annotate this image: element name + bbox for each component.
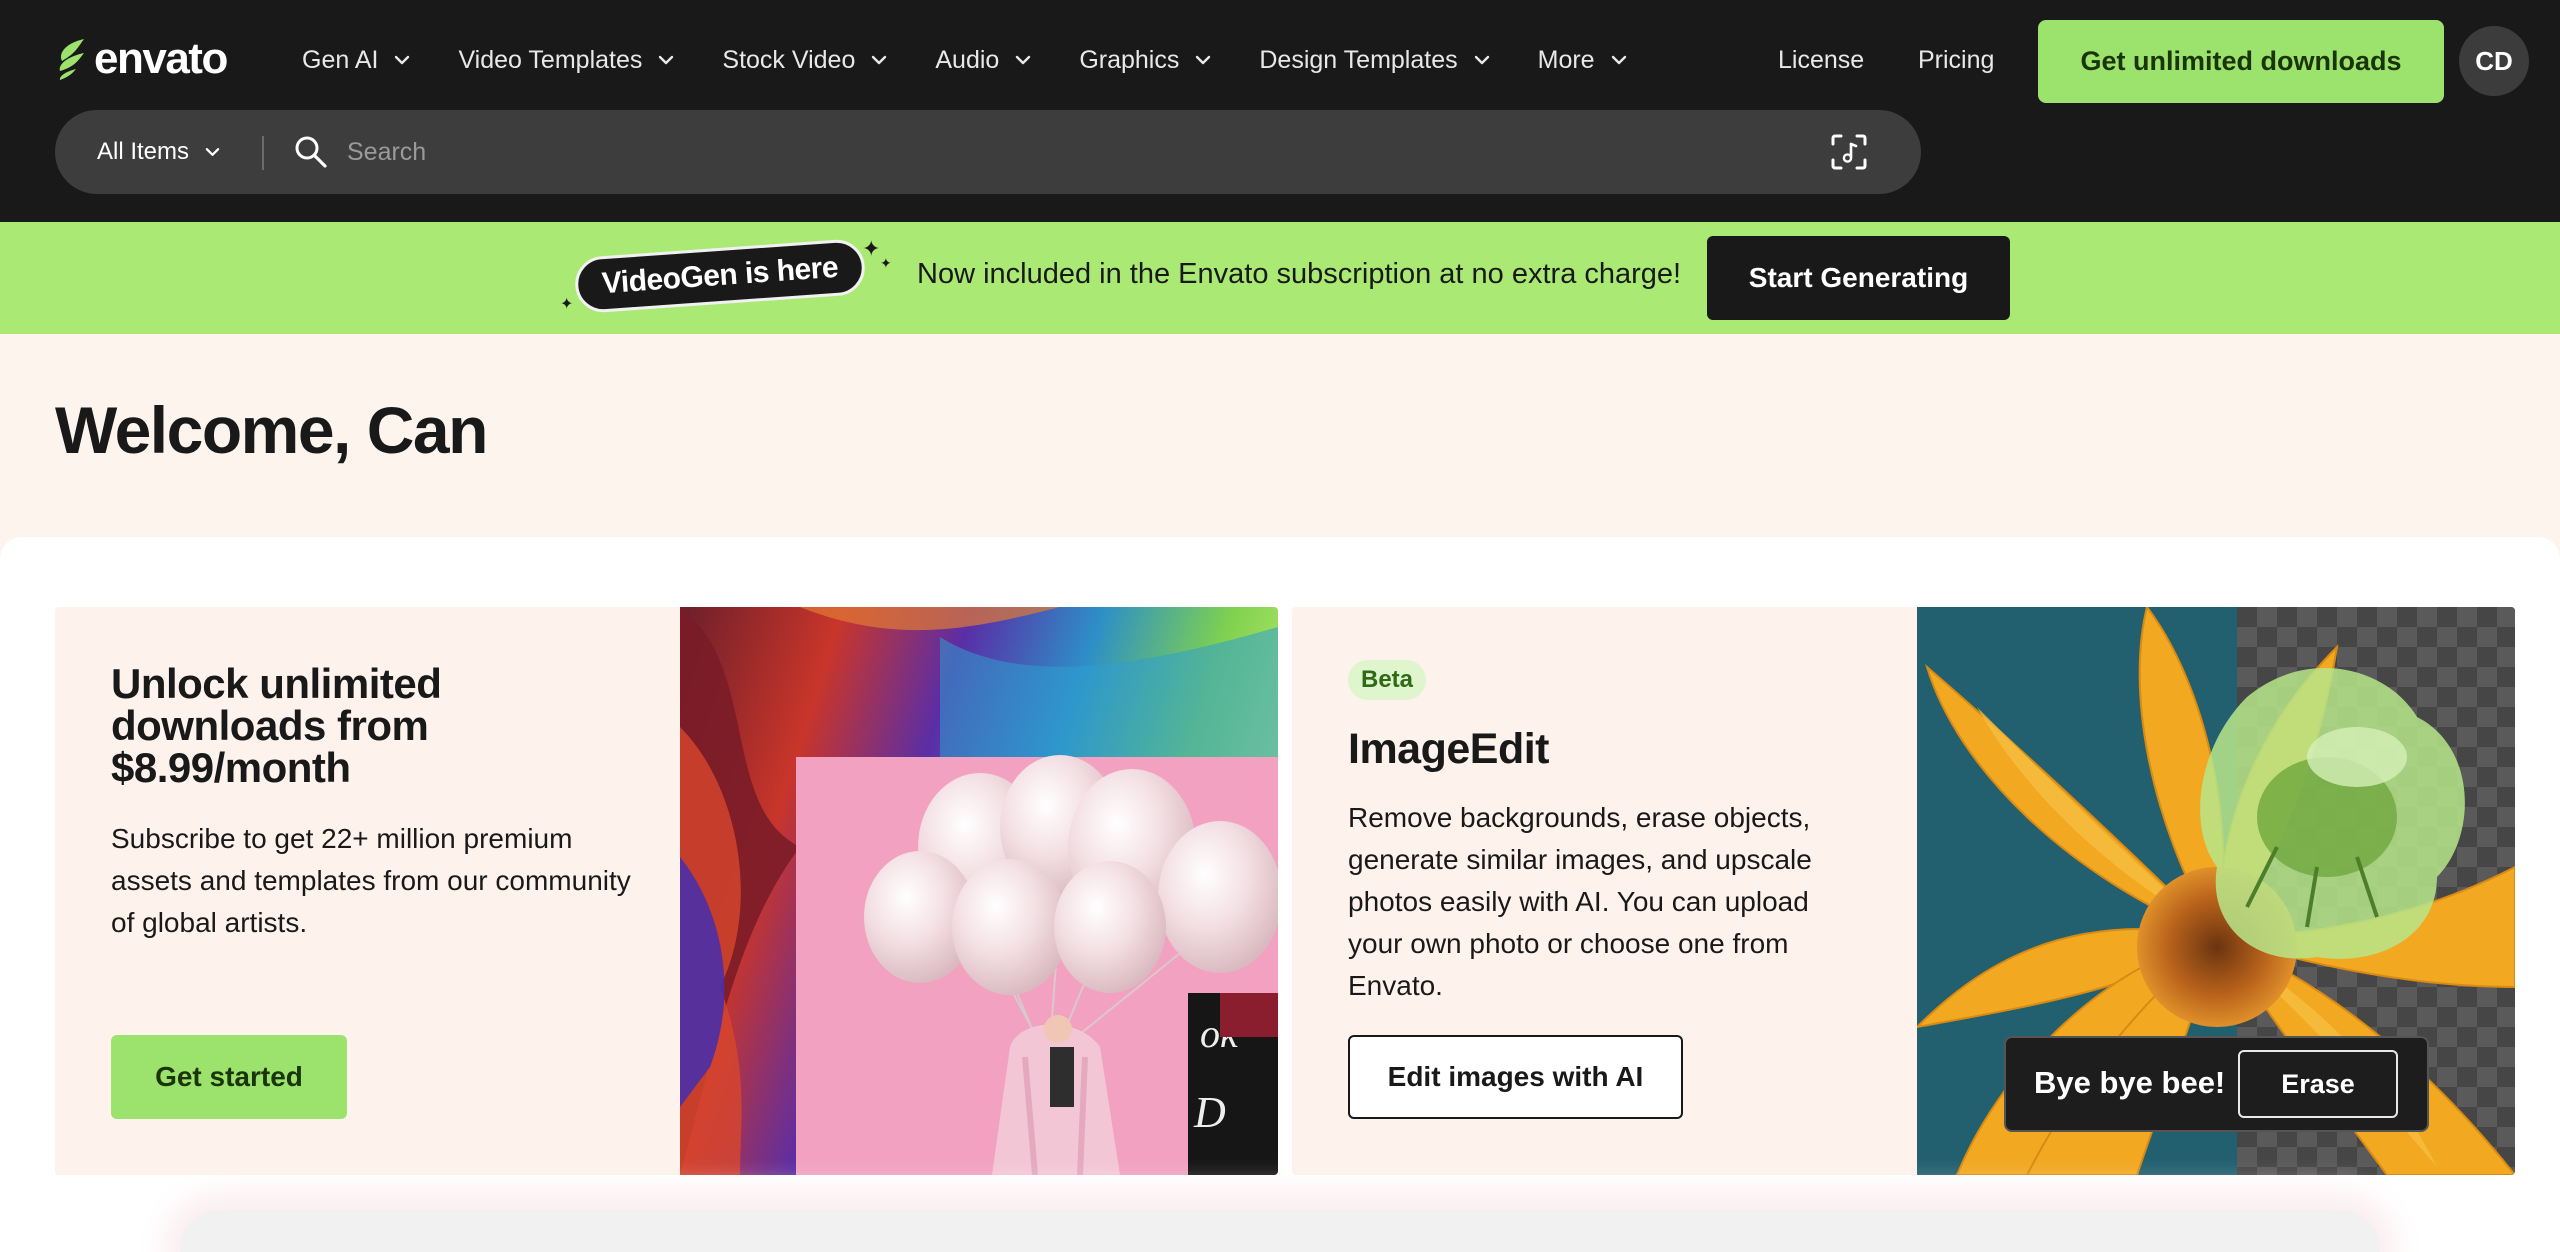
- nav-item-gen-ai[interactable]: Gen AI: [302, 46, 410, 75]
- get-unlimited-downloads-button[interactable]: Get unlimited downloads: [2038, 20, 2444, 103]
- videogen-badge: VideoGen is here: [573, 237, 867, 315]
- envato-leaf-icon: [59, 39, 84, 80]
- erase-toolbar: Bye bye bee! Erase: [2004, 1036, 2429, 1132]
- next-section-preview: [180, 1210, 2380, 1252]
- card-description: Subscribe to get 22+ million premium ass…: [111, 823, 631, 938]
- nav-item-stock-video[interactable]: Stock Video: [722, 46, 887, 75]
- search-scope-label: All Items: [97, 138, 190, 165]
- beta-badge: Beta: [1348, 660, 1426, 700]
- license-link[interactable]: License: [1778, 38, 1864, 82]
- audio-search-icon[interactable]: [1829, 132, 1869, 172]
- balloons-image: ok D: [680, 607, 1278, 1175]
- nav-item-graphics[interactable]: Graphics: [1079, 46, 1211, 75]
- svg-text:D: D: [1193, 1088, 1226, 1137]
- chevron-down-icon: [395, 55, 410, 65]
- nav-label: More: [1537, 45, 1595, 74]
- chevron-down-icon: [1474, 55, 1489, 65]
- start-generating-button[interactable]: Start Generating: [1707, 236, 2010, 320]
- videogen-promo-banner: ✦ ✦ ✦ VideoGen is here Now included in t…: [0, 222, 2560, 334]
- search-scope-dropdown[interactable]: All Items: [97, 110, 220, 194]
- erase-prompt-text: Bye bye bee!: [2034, 1065, 2226, 1100]
- search-bar: All Items: [55, 110, 1921, 194]
- card-title: Unlock unlimited downloads from $8.99/mo…: [111, 660, 442, 791]
- search-divider: [262, 136, 264, 170]
- sparkle-icon: ✦: [560, 296, 574, 313]
- search-icon: [295, 136, 327, 168]
- nav-item-audio[interactable]: Audio: [935, 46, 1031, 75]
- promo-text: Now included in the Envato subscription …: [917, 258, 1682, 290]
- chevron-down-icon: [872, 55, 887, 65]
- nav-label: Video Templates: [458, 45, 643, 74]
- pricing-link[interactable]: Pricing: [1918, 38, 1994, 82]
- balloons-illustration: ok D: [680, 607, 1278, 1175]
- nav-item-video-templates[interactable]: Video Templates: [458, 46, 674, 75]
- main-nav: Gen AI Video Templates Stock Video Audio…: [302, 38, 1675, 82]
- chevron-down-icon: [1016, 55, 1031, 65]
- logo-wordmark: envato: [94, 34, 228, 83]
- chevron-down-icon: [1196, 55, 1211, 65]
- top-header: envato Gen AI Video Templates Stock Vide…: [0, 0, 2560, 222]
- nav-item-more[interactable]: More: [1538, 46, 1627, 75]
- nav-label: Stock Video: [722, 45, 856, 74]
- chevron-down-icon: [1611, 55, 1626, 65]
- sparkle-icon: ✦: [862, 236, 881, 261]
- card-title: ImageEdit: [1348, 725, 1550, 773]
- subscription-card: Unlock unlimited downloads from $8.99/mo…: [55, 607, 1278, 1175]
- search-input[interactable]: [347, 127, 1837, 177]
- nav-label: Graphics: [1079, 45, 1180, 74]
- nav-label: Audio: [935, 45, 1000, 74]
- chevron-down-icon: [205, 148, 220, 156]
- chevron-down-icon: [659, 55, 674, 65]
- card-description: Remove backgrounds, erase objects, gener…: [1348, 802, 1812, 1001]
- erase-button[interactable]: Erase: [2238, 1050, 2398, 1118]
- edit-images-with-ai-button[interactable]: Edit images with AI: [1348, 1035, 1683, 1119]
- nav-label: Gen AI: [302, 45, 379, 74]
- nav-label: Design Templates: [1259, 45, 1458, 74]
- get-started-button[interactable]: Get started: [111, 1035, 347, 1119]
- user-avatar[interactable]: CD: [2459, 26, 2529, 96]
- sparkle-icon: ✦: [880, 255, 892, 271]
- page-title: Welcome, Can: [55, 393, 488, 467]
- nav-item-design-templates[interactable]: Design Templates: [1259, 46, 1489, 75]
- envato-logo[interactable]: envato: [54, 34, 228, 84]
